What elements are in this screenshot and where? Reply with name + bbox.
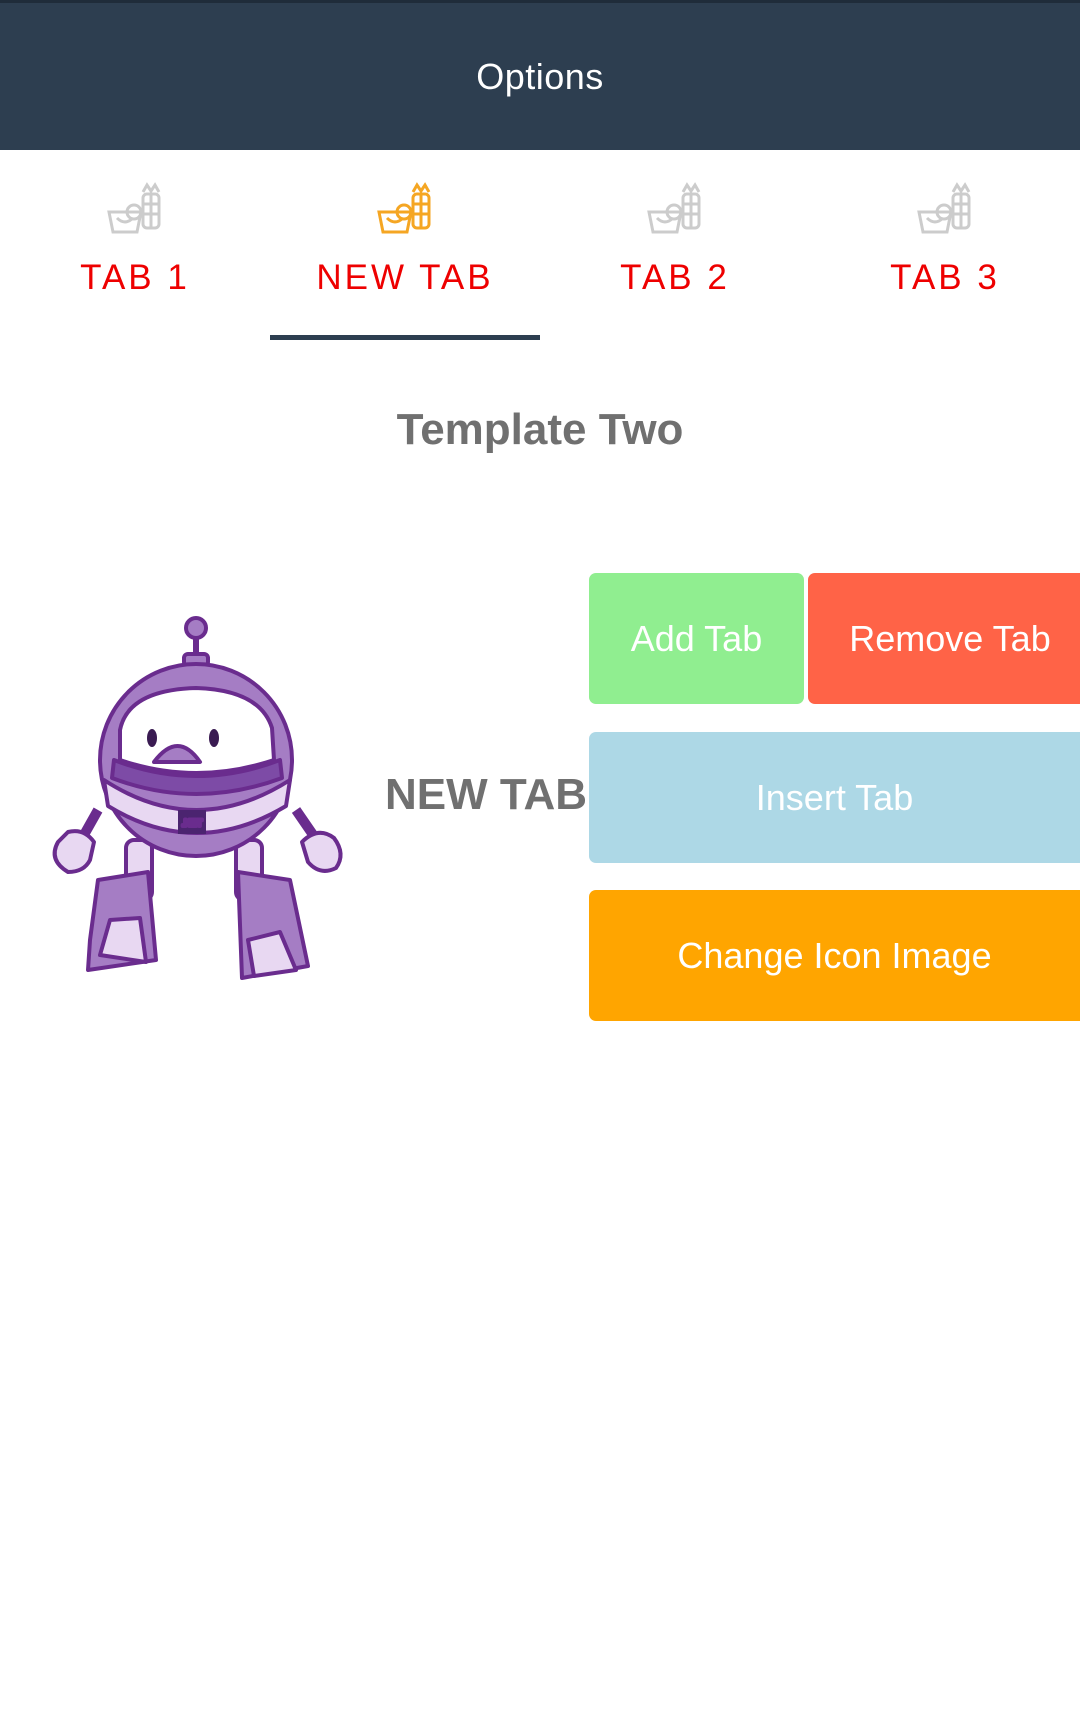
tab-label: TAB 1 (80, 258, 190, 297)
template-title: Template Two (396, 405, 684, 454)
tab-2[interactable]: TAB 2 (540, 150, 810, 340)
tab-1[interactable]: TAB 1 (0, 150, 270, 340)
tab-label: TAB 2 (620, 258, 730, 297)
fruit-basket-icon (917, 182, 971, 234)
tab-new-tab[interactable]: NEW TAB (270, 150, 540, 340)
fruit-basket-icon (377, 182, 431, 234)
tab-indicator (270, 335, 540, 340)
tab-label: TAB 3 (890, 258, 1000, 297)
fruit-basket-icon (107, 182, 161, 234)
app-title: Options (476, 55, 604, 97)
insert-tab-button[interactable]: Insert Tab (589, 732, 1080, 863)
change-icon-image-button[interactable]: Change Icon Image (589, 890, 1080, 1021)
fruit-basket-icon (647, 182, 701, 234)
tab-3[interactable]: TAB 3 (810, 150, 1080, 340)
options-page: Options TAB 1 NEW TAB TAB 2 TAB 3 Templa… (0, 0, 1080, 1735)
dotnet-bot-icon: .NET (52, 616, 343, 980)
dotnet-badge-text: .NET (182, 818, 203, 828)
remove-tab-button[interactable]: Remove Tab (808, 573, 1080, 704)
app-bar: Options (0, 3, 1080, 150)
tab-strip: TAB 1 NEW TAB TAB 2 TAB 3 (0, 150, 1080, 340)
add-tab-button[interactable]: Add Tab (589, 573, 804, 704)
tab-content-label: NEW TAB (385, 770, 588, 819)
tab-label: NEW TAB (316, 258, 494, 297)
